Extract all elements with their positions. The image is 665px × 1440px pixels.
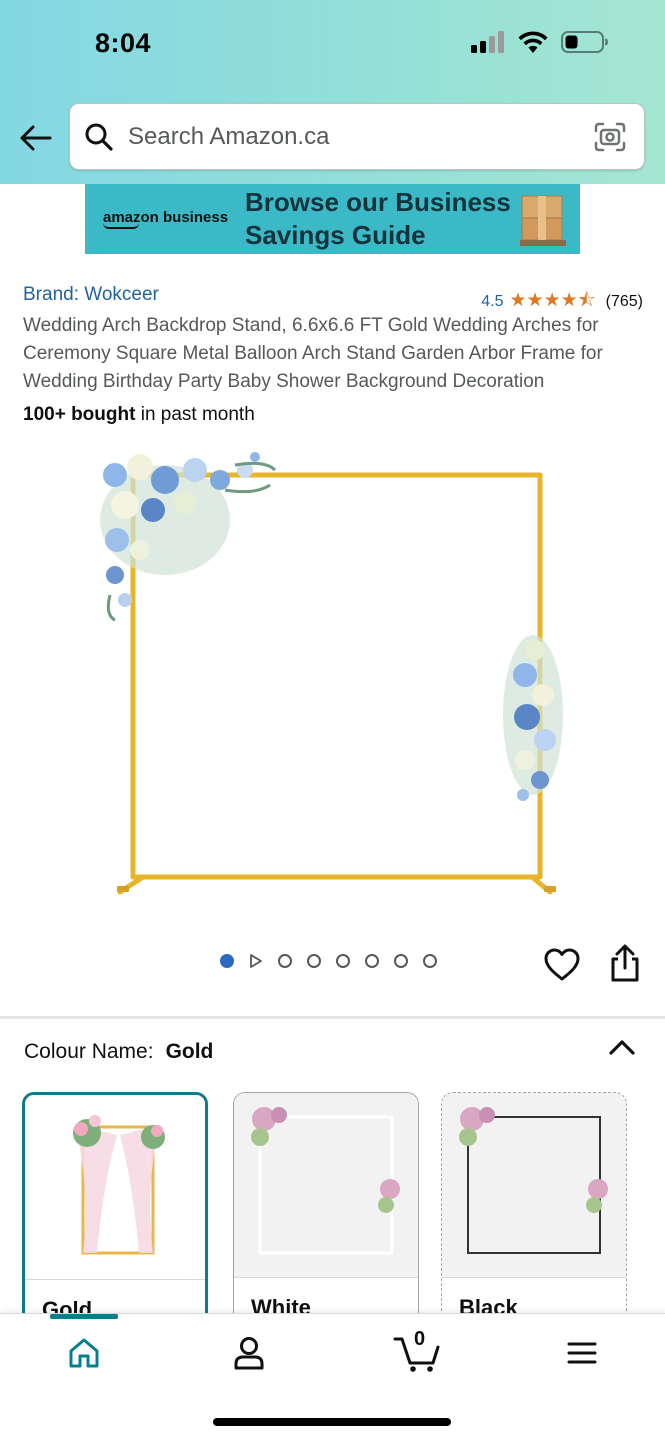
account-icon	[234, 1337, 264, 1370]
camera-search-button[interactable]	[576, 122, 644, 152]
swatch-image-gold	[25, 1095, 205, 1279]
carousel-dot[interactable]	[423, 954, 437, 968]
image-carousel-indicator	[220, 953, 437, 969]
product-image[interactable]	[95, 445, 570, 905]
cart-count: 0	[414, 1328, 426, 1350]
heart-icon[interactable]	[543, 946, 581, 984]
banner-logo-text: amazon business	[103, 209, 229, 226]
home-icon	[69, 1338, 99, 1368]
bought-in-past-month: 100+ bought in past month	[23, 404, 255, 426]
nav-account[interactable]	[226, 1330, 272, 1376]
colour-selected-value: Gold	[165, 1040, 214, 1063]
back-button[interactable]	[16, 118, 56, 158]
chevron-up-icon[interactable]	[606, 1032, 638, 1064]
carousel-dot[interactable]	[336, 954, 350, 968]
video-play-icon[interactable]	[249, 953, 263, 969]
nav-menu[interactable]	[559, 1330, 605, 1376]
banner-headline-line1: Browse our Business	[245, 187, 511, 217]
nav-home[interactable]	[61, 1330, 107, 1376]
carousel-dot[interactable]	[278, 954, 292, 968]
banner-headline: Browse our Business Savings Guide	[245, 186, 518, 252]
carousel-dot-active[interactable]	[220, 954, 234, 968]
swatch-image-white	[234, 1093, 418, 1277]
section-divider	[0, 1016, 665, 1019]
carousel-dot[interactable]	[307, 954, 321, 968]
colour-option-gold[interactable]: Gold	[22, 1092, 208, 1332]
home-indicator	[213, 1418, 451, 1426]
cellular-signal-icon	[471, 31, 504, 53]
colour-option-black[interactable]: Black	[441, 1092, 627, 1332]
review-count: (765)	[605, 293, 643, 310]
rating-score: 4.5	[481, 293, 504, 310]
search-input[interactable]	[128, 122, 576, 151]
carousel-dot[interactable]	[394, 954, 408, 968]
search-bar[interactable]	[69, 103, 645, 170]
status-icons	[471, 30, 609, 54]
search-button[interactable]	[70, 122, 128, 152]
menu-icon	[567, 1342, 597, 1364]
colour-option-white[interactable]: White	[233, 1092, 419, 1332]
bought-period: in past month	[135, 404, 255, 425]
product-title: Wedding Arch Backdrop Stand, 6.6x6.6 FT …	[23, 315, 603, 392]
banner-headline-line2: Savings Guide	[245, 220, 426, 250]
back-arrow-icon	[20, 125, 52, 151]
swatch-image-black	[442, 1093, 626, 1277]
business-banner[interactable]: amazon business Browse our Business Savi…	[85, 184, 580, 254]
active-tab-indicator	[50, 1314, 118, 1319]
share-icon[interactable]	[606, 944, 644, 984]
bought-count: 100+ bought	[23, 404, 136, 425]
battery-icon	[561, 31, 608, 53]
carousel-dot[interactable]	[365, 954, 379, 968]
brand-link[interactable]: Brand: Wokceer	[23, 284, 159, 306]
camera-scan-icon	[594, 122, 626, 151]
wifi-icon	[518, 31, 548, 53]
boxes-icon	[520, 195, 566, 246]
amazon-business-logo: amazon business	[85, 209, 245, 229]
status-time: 8:04	[95, 28, 152, 58]
colour-name-row: Colour Name: Gold	[24, 1040, 213, 1064]
colour-label: Colour Name:	[24, 1040, 154, 1063]
search-icon	[85, 123, 113, 151]
header: 8:04	[0, 0, 665, 184]
